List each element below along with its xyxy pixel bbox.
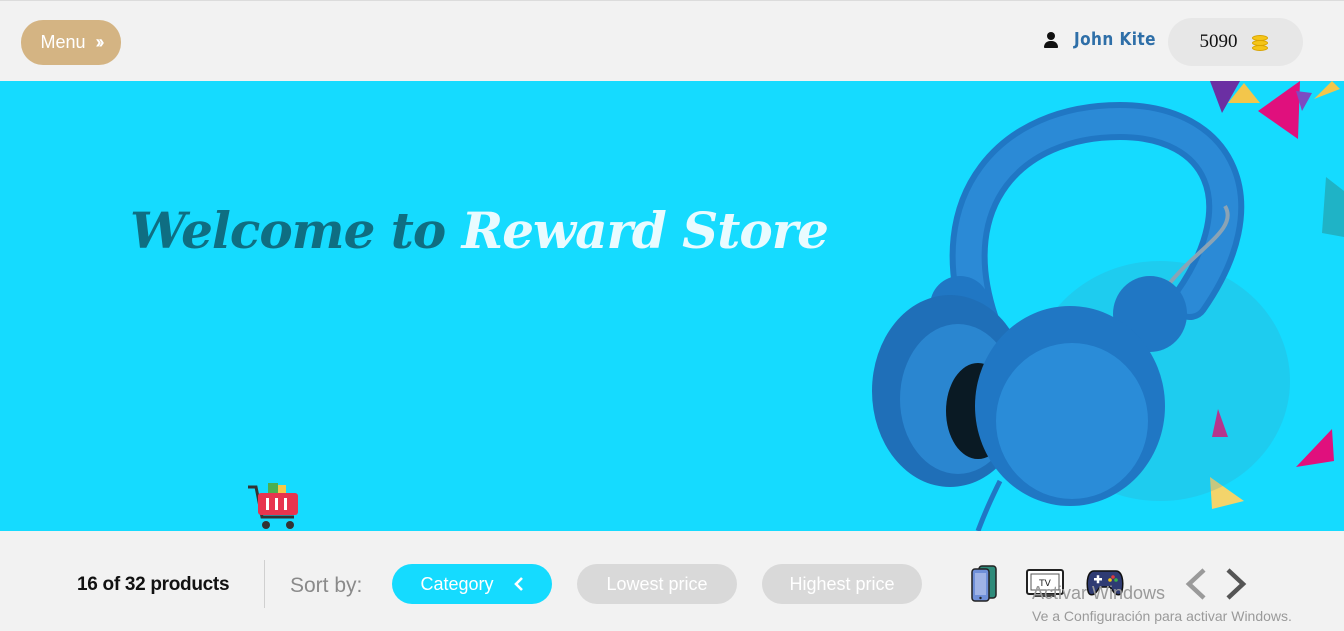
points-value: 5090: [1199, 31, 1238, 52]
headphones-image: [872, 101, 1290, 531]
menu-button[interactable]: Menu ››: [21, 20, 121, 65]
hero-banner: Welcome to Reward Store: [0, 81, 1344, 531]
user-name: John Kite: [1074, 29, 1156, 50]
chevron-left-icon: [513, 577, 523, 591]
phone-icon[interactable]: [970, 565, 1000, 603]
double-chevron-right-icon: ››: [95, 32, 105, 52]
reward-store-page: Menu ›› John Kite 5090 Welcome to Reward…: [0, 0, 1344, 631]
sort-label: Sort by:: [290, 574, 363, 597]
divider: [264, 560, 265, 608]
watermark-subtitle: Ve a Configuración para activar Windows.: [1032, 608, 1292, 624]
sort-lowest-price-button[interactable]: Lowest price: [577, 564, 737, 604]
points-balance: 5090: [1168, 18, 1303, 66]
user-info[interactable]: John Kite: [1042, 29, 1170, 50]
sort-highest-price-label: Highest price: [789, 573, 895, 594]
filter-bar: 16 of 32 products Sort by: Category Lowe…: [0, 531, 1344, 631]
shopping-cart-icon: [248, 483, 298, 529]
top-bar: Menu ›› John Kite 5090: [0, 0, 1344, 81]
sort-highest-price-button[interactable]: Highest price: [762, 564, 922, 604]
sort-lowest-price-label: Lowest price: [606, 573, 708, 594]
product-count: 16 of 32 products: [77, 574, 230, 595]
sort-category-label: Category: [420, 573, 494, 594]
menu-button-label: Menu: [40, 32, 86, 52]
sort-category-button[interactable]: Category: [392, 564, 552, 604]
user-icon: [1042, 30, 1060, 50]
windows-activation-watermark: Activar Windows Ve a Configuración para …: [1032, 583, 1292, 624]
coins-icon: [1250, 31, 1272, 53]
watermark-title: Activar Windows: [1032, 583, 1166, 603]
